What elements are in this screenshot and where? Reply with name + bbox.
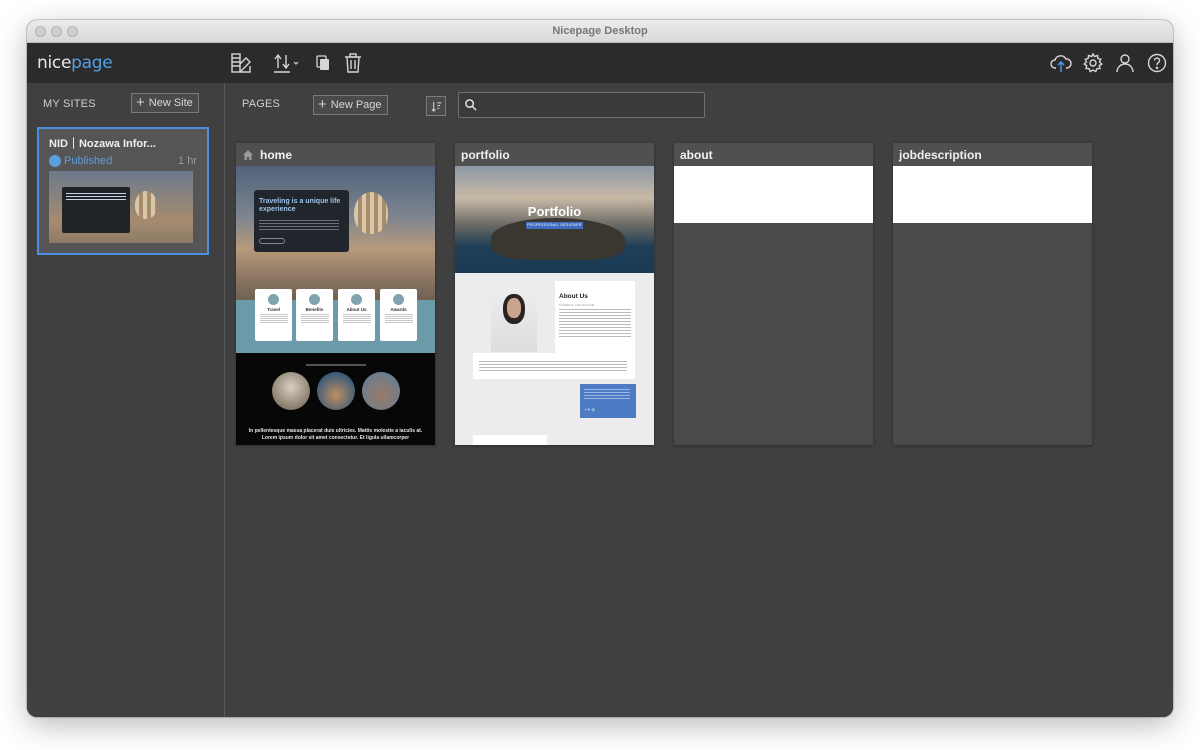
preview-hero: Portfolio PROFESSIONAL DESIGNER (455, 166, 654, 273)
sort-pages-button[interactable] (426, 96, 446, 116)
preview-hero-title: Portfolio (527, 204, 582, 219)
window-title: Nicepage Desktop (552, 25, 648, 37)
page-card-jobdescription[interactable]: jobdescription (893, 143, 1092, 445)
site-status: Published (64, 155, 113, 167)
my-sites-label: MY SITES (43, 98, 96, 110)
preview-feature-tile: About Us (338, 289, 375, 341)
search-icon (465, 99, 477, 111)
page-preview-portfolio: Portfolio PROFESSIONAL DESIGNER About Us… (455, 166, 654, 445)
preview-blank (893, 166, 1092, 223)
site-status-row: Published 1 hr (49, 155, 197, 167)
preview-feature-label: Travel (266, 307, 280, 312)
page-preview-home: Traveling is a unique life experience Tr… (236, 166, 435, 445)
user-icon[interactable] (1114, 52, 1136, 74)
page-card-title: home (236, 143, 435, 166)
page-name: portfolio (461, 147, 510, 162)
cloud-upload-icon[interactable] (1050, 52, 1072, 74)
preview-feature-label: Awards (390, 307, 407, 312)
preview-feature-tile: Awards (380, 289, 417, 341)
gear-icon[interactable] (1082, 52, 1104, 74)
preview-feature-label: Benefits (305, 307, 324, 312)
page-preview-about (674, 166, 873, 445)
globe-icon (49, 155, 61, 167)
page-card-portfolio[interactable]: portfolio Portfolio PROFESSIONAL DESIGNE… (455, 143, 654, 445)
preview-feature-tile: Benefits (296, 289, 333, 341)
preview-text-block (473, 353, 635, 379)
sort-icon (430, 101, 441, 112)
preview-feature-label: About Us (346, 307, 367, 312)
new-site-label: New Site (148, 97, 193, 109)
preview-hero-box: Traveling is a unique life experience (254, 190, 349, 252)
new-site-button[interactable]: + New Site (131, 93, 199, 113)
preview-hero: Traveling is a unique life experience (236, 166, 435, 300)
site-updated-time: 1 hr (178, 155, 197, 167)
preview-hero-badge: PROFESSIONAL DESIGNER (526, 222, 583, 229)
trash-icon[interactable] (342, 52, 364, 74)
page-card-about[interactable]: about (674, 143, 873, 445)
search-input[interactable] (481, 95, 701, 115)
page-card-home[interactable]: home Traveling is a unique life experien… (236, 143, 435, 445)
sites-sidebar: MY SITES + New Site NID｜Nozawa Infor... … (27, 83, 225, 717)
balloon-image (354, 192, 388, 234)
site-card[interactable]: NID｜Nozawa Infor... Published 1 hr (37, 127, 209, 255)
preview-about-section: About Us SAMPLE HEADLINE f ✦ ◎ (455, 273, 654, 445)
preview-about-card: About Us SAMPLE HEADLINE (555, 281, 635, 353)
pages-label: PAGES (242, 98, 281, 110)
plus-icon: + (318, 96, 327, 113)
preview-gallery-image (317, 372, 355, 410)
preview-blank (674, 166, 873, 223)
home-icon (243, 149, 253, 160)
site-thumbnail (49, 171, 193, 243)
logo-text-accent: page (71, 53, 113, 73)
page-card-title: portfolio (455, 143, 654, 166)
page-name: jobdescription (899, 147, 982, 162)
site-name: NID｜Nozawa Infor... (49, 138, 156, 150)
preview-contact-block: f ✦ ◎ (580, 384, 636, 418)
app-toolbar: nicepage (27, 43, 1173, 83)
search-box (458, 92, 705, 118)
page-card-title: jobdescription (893, 143, 1092, 166)
page-card-title: about (674, 143, 873, 166)
preview-gallery-image (272, 372, 310, 410)
import-export-icon[interactable] (271, 52, 301, 74)
help-icon[interactable] (1146, 52, 1168, 74)
page-name: home (260, 147, 293, 162)
new-page-label: New Page (330, 99, 382, 111)
preview-about-sub: SAMPLE HEADLINE (559, 303, 595, 307)
app-window: Nicepage Desktop nicepage MY SITES + New… (27, 20, 1173, 717)
theme-colors-icon[interactable] (230, 52, 252, 74)
duplicate-icon[interactable] (311, 52, 333, 74)
page-preview-jobdescription (893, 166, 1092, 445)
plus-icon: + (136, 94, 145, 111)
title-bar: Nicepage Desktop (27, 20, 1173, 43)
new-page-button[interactable]: + New Page (313, 95, 388, 115)
preview-portrait-image (491, 286, 537, 352)
logo-text-main: nice (37, 53, 72, 73)
nicepage-logo: nicepage (37, 53, 113, 73)
preview-footer-text: In pellentesque massa placerat duis ultr… (248, 428, 423, 441)
preview-hero-heading: Traveling is a unique life experience (259, 198, 341, 213)
page-name: about (680, 147, 713, 162)
preview-gallery-section: In pellentesque massa placerat duis ultr… (236, 353, 435, 445)
pages-panel: PAGES + New Page home Traveling is a uni… (226, 83, 1173, 717)
preview-gallery-image (362, 372, 400, 410)
preview-about-heading: About Us (559, 293, 588, 300)
preview-feature-tile: Travel (255, 289, 292, 341)
